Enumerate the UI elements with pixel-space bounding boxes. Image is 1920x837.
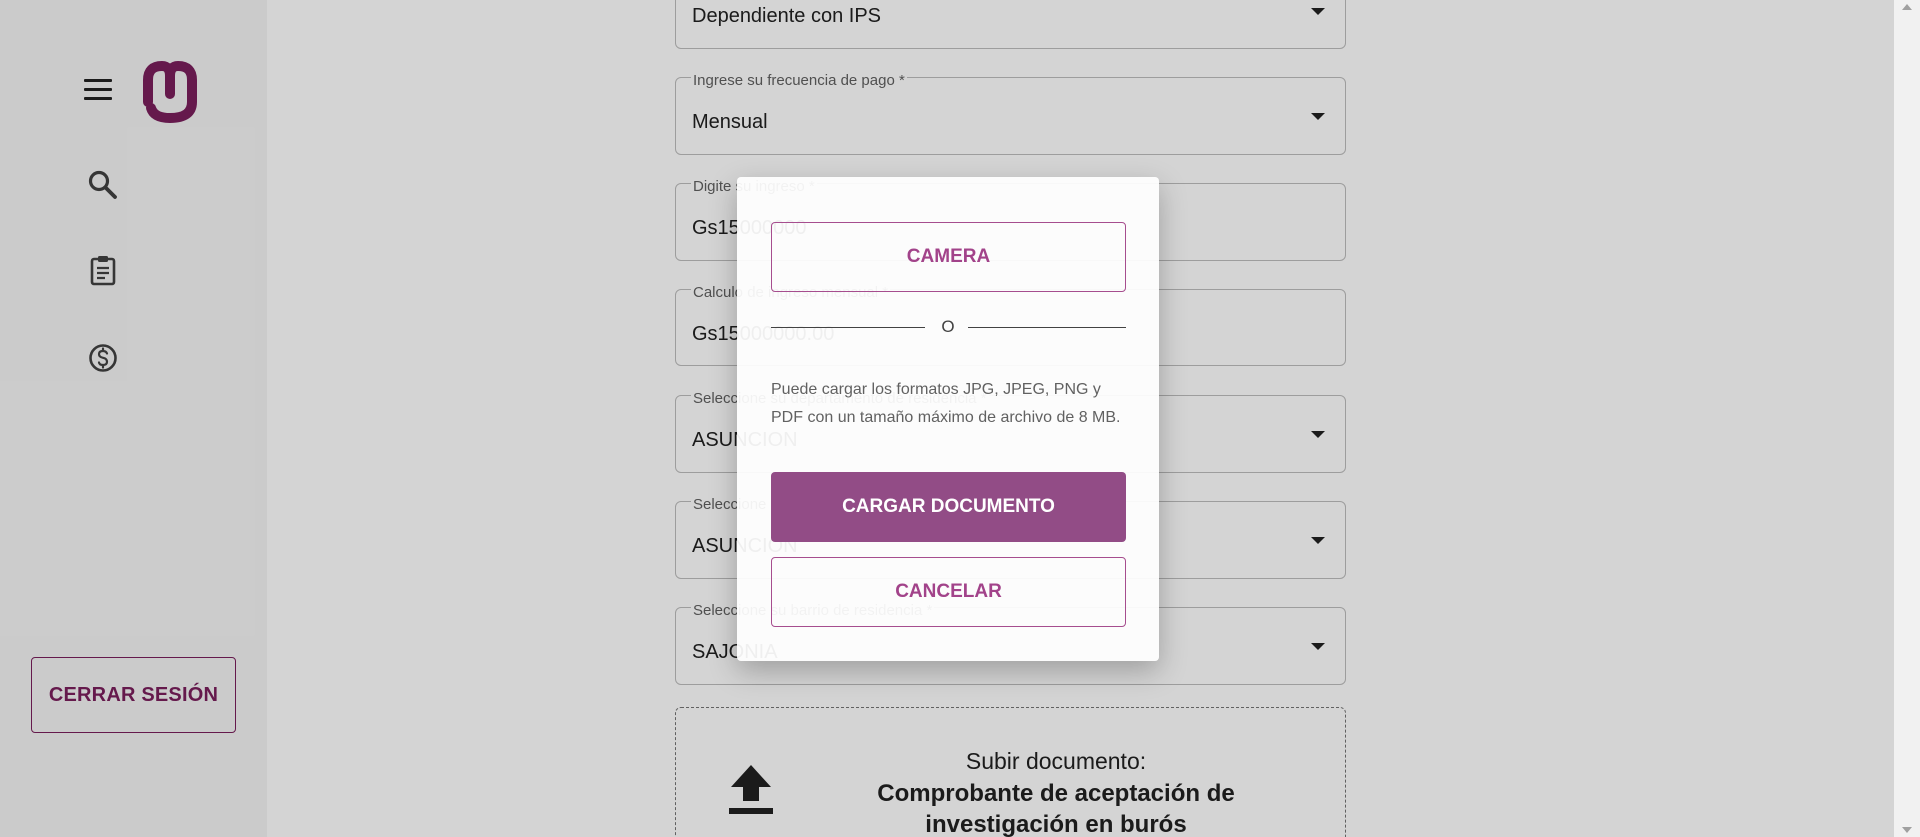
upload-dialog: CAMERA O Puede cargar los formatos JPG, …	[737, 177, 1159, 661]
scroll-up-icon[interactable]	[1902, 4, 1912, 10]
divider-text: O	[941, 317, 955, 336]
scroll-down-icon[interactable]	[1902, 827, 1912, 833]
scrollbar[interactable]	[1894, 0, 1920, 837]
camera-button[interactable]: CAMERA	[771, 222, 1126, 292]
cancel-button[interactable]: CANCELAR	[771, 557, 1126, 627]
format-info-text: Puede cargar los formatos JPG, JPEG, PNG…	[771, 381, 1121, 426]
upload-document-button[interactable]: CARGAR DOCUMENTO	[771, 472, 1126, 542]
divider-left	[771, 327, 925, 328]
divider-right	[968, 327, 1126, 328]
